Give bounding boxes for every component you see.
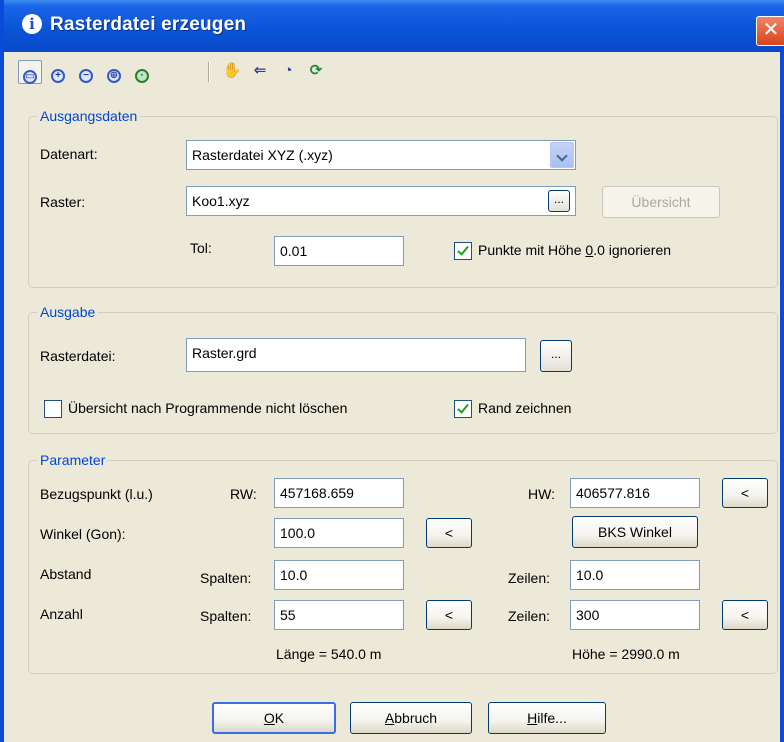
ok-label: K	[274, 710, 285, 726]
dialog-window: i Rasterdatei erzeugen ✕ ▭ + − ⊕ · ✋ ⇐ ◔…	[0, 0, 784, 742]
parameter-legend: Parameter	[40, 452, 106, 468]
anzahl-spalten-label: Spalten:	[200, 608, 252, 624]
tol-input[interactable]: 0.01	[274, 236, 404, 266]
ignore-zero-text-end: .0 ignorieren	[593, 242, 672, 258]
zoom-extents-icon: ◔	[283, 62, 293, 79]
anzahl-label: Anzahl	[40, 606, 83, 622]
rasterdatei-value: Raster.grd	[192, 345, 257, 361]
abstand-zeilen-input[interactable]: 10.0	[570, 560, 700, 590]
info-icon: i	[22, 14, 42, 34]
anzahl-spalten-input[interactable]: 55	[274, 600, 404, 630]
tol-value: 0.01	[280, 243, 308, 259]
raster-label: Raster:	[40, 194, 86, 210]
datenart-select[interactable]: Rasterdatei XYZ (.xyz)	[186, 140, 576, 170]
rw-label: RW:	[230, 486, 257, 502]
rasterdatei-browse-button[interactable]: ...	[540, 340, 572, 372]
datenart-value: Rasterdatei XYZ (.xyz)	[192, 147, 333, 163]
keep-overview-checkbox[interactable]	[44, 400, 62, 418]
abbruch-label: bbruch	[394, 710, 438, 726]
ignore-zero-text: Punkte mit Höhe	[478, 242, 586, 258]
winkel-input[interactable]: 100.0	[274, 518, 404, 548]
window-title: Rasterdatei erzeugen	[50, 14, 247, 35]
zoom-in-icon: +	[51, 69, 65, 83]
abstand-spalten-input[interactable]: 10.0	[274, 560, 404, 590]
ok-hotkey: O	[263, 710, 275, 726]
hw-value: 406577.816	[576, 485, 650, 501]
zoom-previous-icon: ⇐	[253, 62, 267, 79]
hw-input[interactable]: 406577.816	[570, 478, 700, 508]
laenge-text: Länge = 540.0 m	[276, 646, 382, 662]
zoom-all-button[interactable]: ⊕	[102, 60, 126, 84]
rand-checkbox[interactable]	[454, 400, 472, 418]
zoom-in-button[interactable]: +	[46, 60, 70, 84]
abstand-zeilen-label: Zeilen:	[508, 570, 551, 586]
zoom-extents-button[interactable]: ◔	[276, 60, 300, 84]
keep-overview-label: Übersicht nach Programmende nicht lösche…	[68, 400, 348, 416]
hw-pick-button[interactable]: <	[722, 478, 768, 508]
anzahl-zeilen-value: 300	[576, 607, 600, 623]
title-bar: i Rasterdatei erzeugen ✕	[4, 0, 784, 52]
toolbar-separator	[208, 62, 210, 82]
hoehe-text: Höhe = 2990.0 m	[572, 646, 680, 662]
raster-value: Koo1.xyz	[192, 193, 250, 209]
close-button[interactable]: ✕	[756, 16, 784, 46]
zoom-all-icon: ⊕	[107, 69, 121, 83]
anzahl-zeilen-label: Zeilen:	[508, 608, 551, 624]
zoom-previous-button[interactable]: ⇐	[248, 60, 272, 84]
hilfe-label: ilfe...	[537, 710, 567, 726]
ausgabe-legend: Ausgabe	[40, 304, 96, 320]
raster-input[interactable]: Koo1.xyz	[186, 186, 576, 216]
winkel-value: 100.0	[280, 525, 316, 541]
chevron-down-icon[interactable]	[550, 142, 574, 168]
anzahl-zeilen-pick-button[interactable]: <	[722, 600, 768, 630]
rw-input[interactable]: 457168.659	[274, 478, 404, 508]
anzahl-zeilen-input[interactable]: 300	[570, 600, 700, 630]
pan-icon: ✋	[222, 62, 242, 79]
zoom-window-icon: ▭	[23, 70, 37, 84]
winkel-label: Winkel (Gon):	[40, 526, 126, 542]
uebersicht-button[interactable]: Übersicht	[602, 186, 720, 218]
zoom-out-icon: −	[79, 69, 93, 83]
raster-browse-button[interactable]: ...	[548, 190, 570, 212]
datenart-label: Datenart:	[40, 146, 98, 162]
regen-icon: ⟳	[309, 62, 323, 79]
pan-button[interactable]: ✋	[220, 60, 244, 84]
zoom-out-button[interactable]: −	[74, 60, 98, 84]
rw-value: 457168.659	[280, 485, 354, 501]
rasterdatei-input[interactable]: Raster.grd	[186, 338, 526, 372]
winkel-pick-button[interactable]: <	[426, 518, 472, 548]
bezugspunkt-label: Bezugspunkt (l.u.)	[40, 486, 153, 502]
ausgangsdaten-legend: Ausgangsdaten	[40, 108, 138, 124]
regen-button[interactable]: ⟳	[304, 60, 328, 84]
anzahl-spalten-value: 55	[280, 607, 296, 623]
tol-label: Tol:	[190, 240, 212, 256]
abstand-spalten-label: Spalten:	[200, 570, 252, 586]
zoom-realtime-button[interactable]: ·	[130, 60, 154, 84]
abbruch-button[interactable]: Abbruch	[350, 702, 472, 734]
ok-button[interactable]: OK	[212, 702, 336, 734]
abstand-label: Abstand	[40, 566, 92, 582]
rasterdatei-label: Rasterdatei:	[40, 348, 116, 364]
rand-label: Rand zeichnen	[478, 400, 572, 416]
zoom-window-button[interactable]: ▭	[18, 60, 42, 84]
hilfe-hotkey: H	[527, 710, 538, 726]
hw-label: HW:	[528, 486, 555, 502]
close-icon: ✕	[762, 19, 780, 41]
abbruch-hotkey: A	[384, 710, 395, 726]
bks-winkel-button[interactable]: BKS Winkel	[572, 516, 698, 548]
ignore-zero-label: Punkte mit Höhe 0.0 ignorieren	[478, 242, 671, 258]
abstand-spalten-value: 10.0	[280, 567, 308, 583]
zoom-realtime-icon: ·	[135, 69, 149, 83]
abstand-zeilen-value: 10.0	[576, 567, 604, 583]
hilfe-button[interactable]: Hilfe...	[488, 702, 606, 734]
anzahl-spalten-pick-button[interactable]: <	[426, 600, 472, 630]
ignore-zero-checkbox[interactable]	[454, 242, 472, 260]
toolbar: ▭ + − ⊕ · ✋ ⇐ ◔ ⟳	[8, 52, 784, 92]
